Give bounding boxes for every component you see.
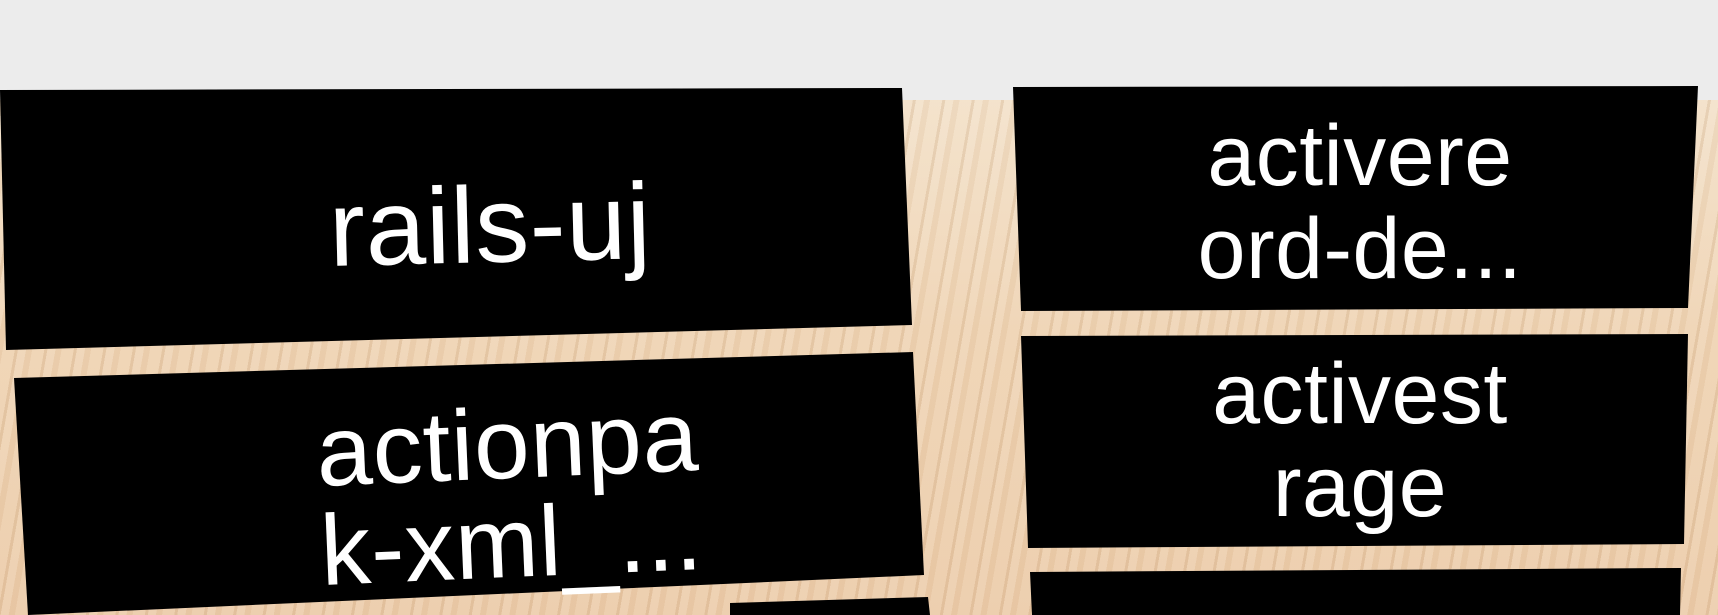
tile-label: activest rage — [1212, 346, 1508, 535]
tile-actionpack[interactable]: actionpa k-xml_... — [205, 380, 814, 615]
tile-activerecord[interactable]: activere ord-de... — [1060, 108, 1660, 298]
tile-plate-partial-right[interactable] — [1030, 568, 1681, 615]
tile-label: rails-uj — [327, 160, 653, 289]
scene-3d-view: rails-uj actionpa k-xml_... activere ord… — [0, 0, 1718, 615]
tile-label: activere ord-de... — [1197, 108, 1523, 297]
tile-label: actionpa k-xml_... — [314, 380, 705, 607]
tile-activestorage[interactable]: activest rage — [1060, 346, 1660, 536]
tile-rails-uj[interactable]: rails-uj — [188, 143, 791, 308]
